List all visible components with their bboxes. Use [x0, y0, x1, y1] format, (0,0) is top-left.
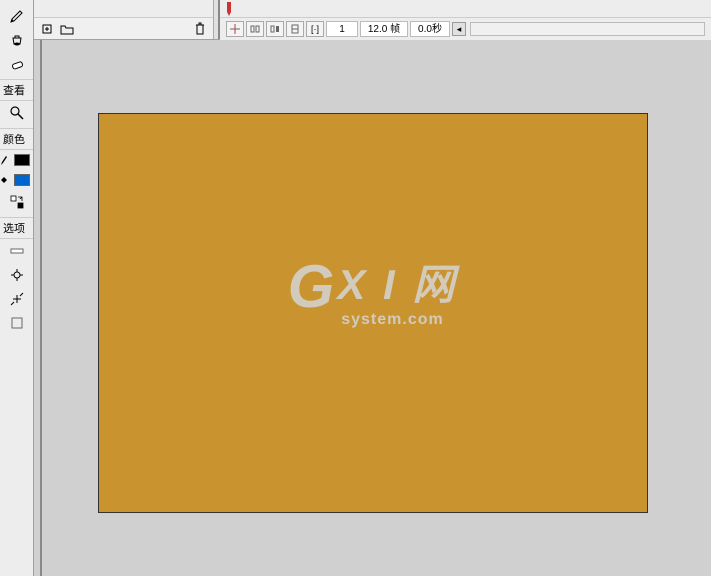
- timeline-ruler[interactable]: [220, 0, 711, 18]
- playhead-icon[interactable]: [224, 2, 234, 16]
- ink-bottle-tool[interactable]: [0, 28, 33, 52]
- eraser-icon: [9, 56, 25, 72]
- eraser-tool[interactable]: [0, 52, 33, 76]
- option-btn-1[interactable]: [0, 239, 33, 263]
- timeline-status-bar: [·] 1 12.0 帧 0.0秒 ◂: [220, 18, 711, 40]
- snap-icon: [9, 267, 25, 283]
- workspace[interactable]: GX I 网 system.com: [34, 40, 711, 576]
- pencil-icon: [9, 8, 25, 24]
- tools-panel: 查看 颜色 选项: [0, 0, 34, 576]
- current-frame-value[interactable]: 1: [326, 21, 358, 37]
- option-btn-2[interactable]: [0, 263, 33, 287]
- stage[interactable]: GX I 网 system.com: [98, 113, 648, 513]
- elapsed-value: 0.0秒: [410, 21, 450, 37]
- marker-label: [·]: [311, 24, 319, 34]
- add-folder-icon: [60, 23, 74, 35]
- pencil-tool[interactable]: [0, 4, 33, 28]
- rect-option-icon: [9, 315, 25, 331]
- expand-icon: [9, 291, 25, 307]
- scroll-left-button[interactable]: ◂: [452, 22, 466, 36]
- delete-layer-button[interactable]: [193, 22, 207, 36]
- add-layer-button[interactable]: [40, 22, 54, 36]
- watermark-line2: system.com: [328, 311, 458, 329]
- option-btn-3[interactable]: [0, 287, 33, 311]
- edit-frames-icon: [290, 24, 300, 34]
- onion-outline-button[interactable]: [266, 21, 284, 37]
- trash-icon: [194, 22, 206, 36]
- options-section-label: 选项: [0, 217, 33, 239]
- edit-frames-button[interactable]: [286, 21, 304, 37]
- fps-value[interactable]: 12.0 帧: [360, 21, 408, 37]
- layer-header: [34, 0, 213, 18]
- center-frame-button[interactable]: [226, 21, 244, 37]
- fill-color-row[interactable]: [0, 170, 33, 190]
- zoom-tool[interactable]: [0, 101, 33, 125]
- magnifier-icon: [9, 105, 25, 121]
- swap-colors[interactable]: [0, 190, 33, 214]
- top-strip: [·] 1 12.0 帧 0.0秒 ◂: [34, 0, 711, 40]
- center-icon: [230, 24, 240, 34]
- onion-skin-button[interactable]: [246, 21, 264, 37]
- stroke-pencil-icon: [0, 154, 8, 166]
- option-icon-1: [9, 243, 25, 259]
- layer-panel: [34, 0, 214, 39]
- timeline-area: [·] 1 12.0 帧 0.0秒 ◂: [214, 0, 711, 39]
- fill-bucket-icon: [0, 174, 8, 186]
- marker-button[interactable]: [·]: [306, 21, 324, 37]
- layer-controls: [34, 18, 213, 40]
- color-section-label: 颜色: [0, 128, 33, 150]
- stroke-color-swatch[interactable]: [14, 154, 30, 166]
- stroke-color-row[interactable]: [0, 150, 33, 170]
- arrow-left-icon: ◂: [457, 24, 462, 35]
- onion-icon: [250, 24, 260, 34]
- ink-bottle-icon: [9, 32, 25, 48]
- view-section-label: 查看: [0, 79, 33, 101]
- watermark-line1: GX I 网: [288, 257, 458, 317]
- swap-icon: [9, 194, 25, 210]
- fill-color-swatch[interactable]: [14, 174, 30, 186]
- add-layer-icon: [41, 23, 53, 35]
- option-btn-4[interactable]: [0, 311, 33, 335]
- add-folder-button[interactable]: [60, 22, 74, 36]
- timeline-scrollbar[interactable]: [470, 22, 705, 36]
- watermark: GX I 网 system.com: [288, 257, 458, 329]
- onion-outline-icon: [270, 24, 280, 34]
- main-area: [·] 1 12.0 帧 0.0秒 ◂ GX I 网 system.c: [34, 0, 711, 576]
